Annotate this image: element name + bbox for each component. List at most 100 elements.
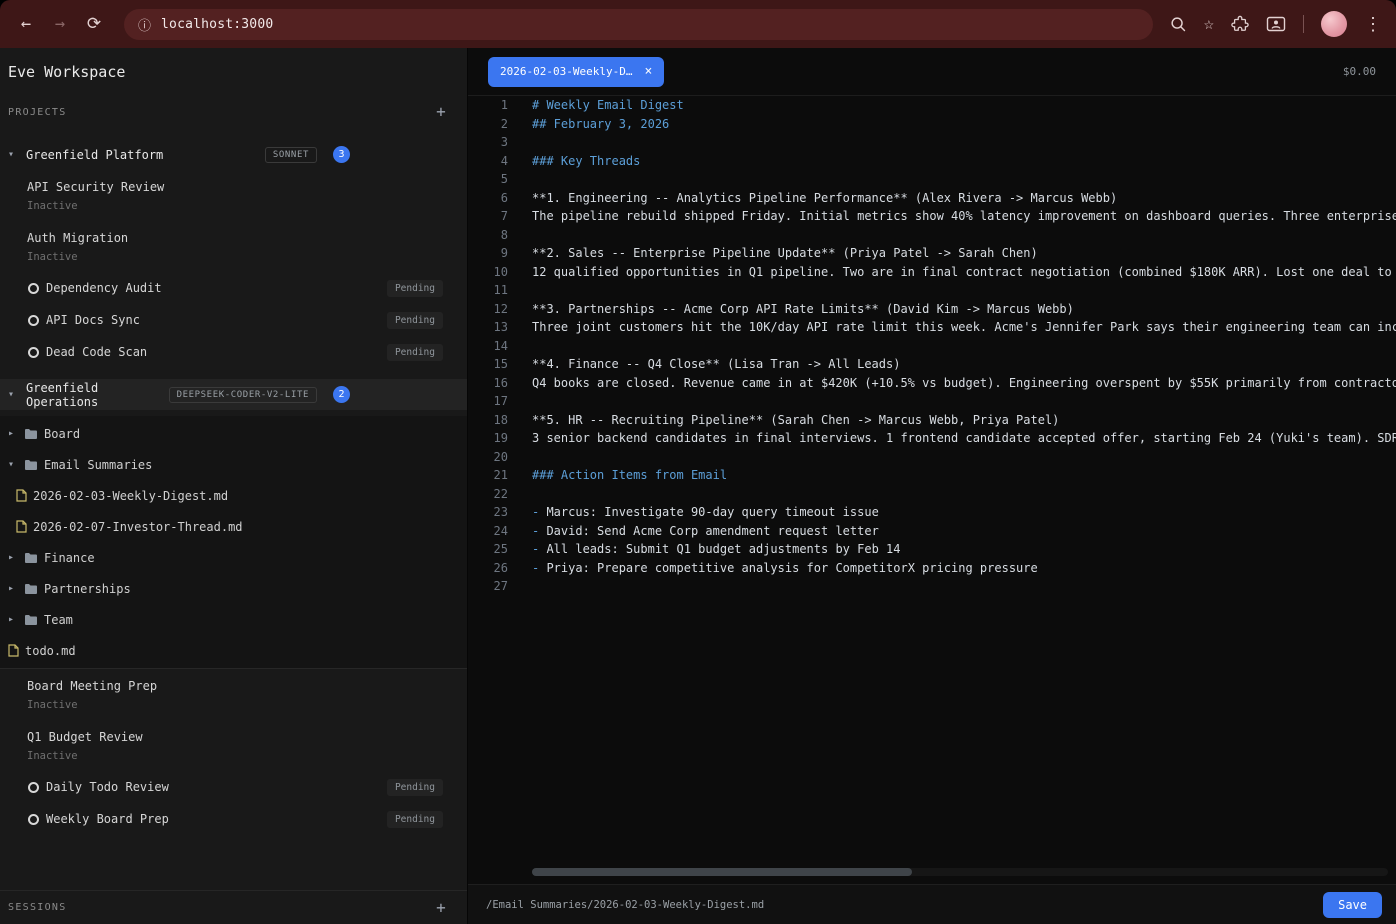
tree-item-folder[interactable]: ▸Team xyxy=(0,604,467,635)
code-line: 27 xyxy=(468,577,1396,596)
task-status-badge: Pending xyxy=(387,312,443,329)
tree-item-file[interactable]: 2026-02-03-Weekly-Digest.md xyxy=(0,480,467,511)
agent-title: Auth Migration xyxy=(27,231,467,245)
refresh-icon[interactable]: ⟳ xyxy=(80,14,108,34)
line-number: 7 xyxy=(468,207,508,226)
chevron-down-icon: ▾ xyxy=(8,149,18,160)
tree-item-label: Board xyxy=(44,427,80,441)
save-button[interactable]: Save xyxy=(1323,892,1382,918)
line-number: 10 xyxy=(468,263,508,282)
task-item[interactable]: Daily Todo ReviewPending xyxy=(0,771,467,803)
code-line: 26- Priya: Prepare competitive analysis … xyxy=(468,559,1396,578)
code-line: 14 xyxy=(468,337,1396,356)
code-line: 25- All leads: Submit Q1 budget adjustme… xyxy=(468,540,1396,559)
file-path: /Email Summaries/2026-02-03-Weekly-Diges… xyxy=(486,899,764,911)
task-status-circle-icon xyxy=(28,347,39,358)
add-project-button[interactable]: + xyxy=(436,104,447,120)
line-number: 14 xyxy=(468,337,508,356)
browser-actions: ☆ ⋮ xyxy=(1169,11,1384,37)
sessions-header-label: SESSIONS xyxy=(8,902,67,913)
project-badges: SONNET3 xyxy=(265,146,350,163)
add-session-button[interactable]: + xyxy=(436,900,447,916)
file-tree: ▸ Board ▾Email Summaries2026-02-03-Weekly-… xyxy=(0,416,467,669)
line-number: 8 xyxy=(468,226,508,245)
tree-item-folder[interactable]: ▸ Board xyxy=(0,418,467,449)
avatar[interactable] xyxy=(1321,11,1347,37)
agent-item[interactable]: API Security ReviewInactive xyxy=(0,170,467,221)
toolbar-divider xyxy=(1303,15,1304,33)
code-line: 2## February 3, 2026 xyxy=(468,115,1396,134)
line-number: 19 xyxy=(468,429,508,448)
tree-item-file[interactable]: 2026-02-07-Investor-Thread.md xyxy=(0,511,467,542)
tree-item-folder[interactable]: ▸ Partnerships xyxy=(0,573,467,604)
tree-item-label: Partnerships xyxy=(44,582,131,596)
agent-status: Inactive xyxy=(27,699,467,711)
tree-item-file[interactable]: todo.md xyxy=(0,635,467,666)
projects-list: ▾Greenfield PlatformSONNET3API Security … xyxy=(0,139,467,835)
profile-panel-icon[interactable] xyxy=(1266,15,1286,33)
project-badges: DEEPSEEK-CODER-V2-LITE2 xyxy=(169,386,350,403)
site-info-icon[interactable]: ⓘ xyxy=(138,15,151,34)
agent-status: Inactive xyxy=(27,251,467,263)
code-text: **2. Sales -- Enterprise Pipeline Update… xyxy=(532,244,1038,263)
code-text: # Weekly Email Digest xyxy=(532,96,684,115)
code-line: 11 xyxy=(468,281,1396,300)
agent-item[interactable]: Auth Migration Inactive xyxy=(0,221,467,272)
address-bar[interactable]: ⓘ localhost:3000 xyxy=(124,9,1153,40)
scrollbar-thumb[interactable] xyxy=(532,868,912,876)
line-number: 18 xyxy=(468,411,508,430)
url-text: localhost:3000 xyxy=(161,17,273,32)
agent-item[interactable]: Q1 Budget ReviewInactive xyxy=(0,720,467,771)
chevron-right-icon: ▸ xyxy=(8,428,18,439)
back-icon[interactable]: ← xyxy=(12,14,40,34)
code-text: - Marcus: Investigate 90-day query timeo… xyxy=(532,503,879,522)
task-item[interactable]: Dead Code ScanPending xyxy=(0,336,467,368)
task-item[interactable]: Dependency AuditPending xyxy=(0,272,467,304)
code-text: Three joint customers hit the 10K/day AP… xyxy=(532,318,1396,337)
code-text: - David: Send Acme Corp amendment reques… xyxy=(532,522,879,541)
project-name: Greenfield Operations xyxy=(26,381,161,409)
chevron-right-icon: ▸ xyxy=(8,583,18,594)
extensions-puzzle-icon[interactable] xyxy=(1231,15,1249,33)
menu-dots-icon[interactable]: ⋮ xyxy=(1364,14,1382,35)
forward-icon[interactable]: → xyxy=(46,14,74,34)
task-status-circle-icon xyxy=(28,814,39,825)
line-number: 5 xyxy=(468,170,508,189)
folder-icon xyxy=(24,428,38,440)
code-line: 6**1. Engineering -- Analytics Pipeline … xyxy=(468,189,1396,208)
line-number: 9 xyxy=(468,244,508,263)
agent-title: Board Meeting Prep xyxy=(27,679,467,693)
bookmark-star-icon[interactable]: ☆ xyxy=(1204,14,1214,34)
agent-item[interactable]: Board Meeting Prep Inactive xyxy=(0,669,467,720)
code-line: 15 **4. Finance -- Q4 Close** (Lisa Tran … xyxy=(468,355,1396,374)
tree-item-folder[interactable]: ▾Email Summaries xyxy=(0,449,467,480)
horizontal-scrollbar[interactable] xyxy=(532,868,1388,876)
code-line: 5 xyxy=(468,170,1396,189)
line-number: 22 xyxy=(468,485,508,504)
agent-count-badge: 2 xyxy=(333,386,350,403)
search-icon[interactable] xyxy=(1169,15,1187,33)
line-number: 27 xyxy=(468,577,508,596)
editor-tab[interactable]: 2026-02-03-Weekly-D… × xyxy=(488,57,664,87)
tree-item-folder[interactable]: ▸Finance xyxy=(0,542,467,573)
line-number: 4 xyxy=(468,152,508,171)
list-dash: - xyxy=(532,561,539,575)
line-number: 15 xyxy=(468,355,508,374)
code-line: 20 xyxy=(468,448,1396,467)
project-header[interactable]: ▾Greenfield PlatformSONNET3 xyxy=(0,139,467,170)
tab-close-icon[interactable]: × xyxy=(644,64,652,79)
task-label: Daily Todo Review xyxy=(46,780,387,794)
line-number: 16 xyxy=(468,374,508,393)
task-item[interactable]: API Docs SyncPending xyxy=(0,304,467,336)
code-line: 8 xyxy=(468,226,1396,245)
line-number: 20 xyxy=(468,448,508,467)
sidebar: Eve Workspace PROJECTS + ▾Greenfield Pla… xyxy=(0,48,468,924)
code-text: **4. Finance -- Q4 Close** (Lisa Tran ->… xyxy=(532,355,900,374)
code-editor[interactable]: 1 # Weekly Email Digest2## February 3, 20… xyxy=(468,96,1396,884)
project-header[interactable]: ▾Greenfield OperationsDEEPSEEK-CODER-V2-… xyxy=(0,379,467,410)
line-number: 1 xyxy=(468,96,508,115)
code-text: - All leads: Submit Q1 budget adjustment… xyxy=(532,540,900,559)
code-line: 9 **2. Sales -- Enterprise Pipeline Updat… xyxy=(468,244,1396,263)
editor-pane: 2026-02-03-Weekly-D… × $0.00 1# Weekly E… xyxy=(468,48,1396,924)
task-item[interactable]: Weekly Board PrepPending xyxy=(0,803,467,835)
